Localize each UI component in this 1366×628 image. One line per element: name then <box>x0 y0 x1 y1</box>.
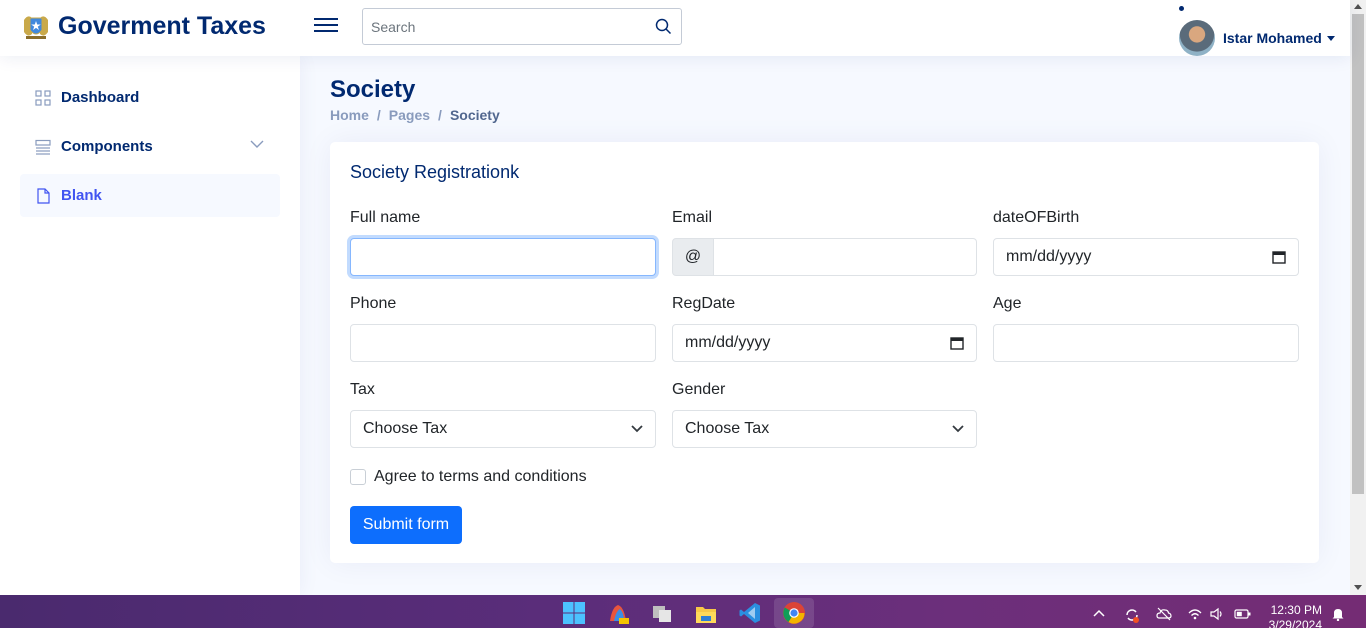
terms-checkbox-row: Agree to terms and conditions <box>350 468 587 486</box>
coat-of-arms-icon <box>24 16 48 39</box>
battery-icon[interactable] <box>1234 607 1252 621</box>
chevron-down-icon <box>631 425 643 433</box>
windows-start-icon[interactable] <box>562 601 586 625</box>
gender-select-value: Choose Tax <box>685 420 770 437</box>
clock-date: 3/29/2024 <box>1268 618 1322 628</box>
hamburger-line <box>314 30 338 32</box>
email-prefix: @ <box>672 238 714 276</box>
search-bar <box>362 8 682 45</box>
breadcrumb-separator: / <box>438 107 442 123</box>
avatar <box>1179 20 1215 56</box>
search-input[interactable] <box>363 9 645 44</box>
age-label: Age <box>993 295 1022 312</box>
grid-icon <box>35 89 51 106</box>
tax-select-value: Choose Tax <box>363 420 448 437</box>
app-title: Goverment Taxes <box>58 11 266 40</box>
page-scrollbar[interactable] <box>1350 0 1366 595</box>
volume-icon[interactable] <box>1210 607 1224 621</box>
file-explorer-icon[interactable] <box>694 601 718 625</box>
gender-select[interactable]: Choose Tax <box>672 410 977 448</box>
sidebar-item-label: Dashboard <box>61 89 140 106</box>
gender-label: Gender <box>672 381 726 398</box>
wifi-icon[interactable] <box>1188 607 1202 621</box>
hamburger-line <box>314 18 338 20</box>
email-input[interactable] <box>714 238 977 276</box>
chrome-icon[interactable] <box>782 601 806 625</box>
top-header: Goverment Taxes Istar Mohamed <box>0 0 1350 56</box>
page-title: Society <box>330 76 416 103</box>
regdate-date-input[interactable]: mm/dd/yyyy <box>672 324 977 362</box>
caret-down-icon <box>1326 35 1335 41</box>
breadcrumb-pages-link[interactable]: Pages <box>389 107 430 123</box>
email-label: Email <box>672 209 713 226</box>
user-name: Istar Mohamed <box>1223 30 1322 46</box>
notification-bell-icon[interactable] <box>1331 607 1345 621</box>
chevron-down-icon <box>952 425 964 433</box>
onedrive-offline-icon[interactable] <box>1156 607 1172 621</box>
phone-label: Phone <box>350 295 397 312</box>
tax-label: Tax <box>350 381 375 398</box>
age-input[interactable] <box>993 324 1299 362</box>
submit-button[interactable]: Submit form <box>350 506 462 544</box>
terms-label[interactable]: Agree to terms and conditions <box>374 468 587 486</box>
breadcrumb-home-link[interactable]: Home <box>330 107 369 123</box>
search-button[interactable] <box>645 9 681 44</box>
registration-card: Society Registrationk Full name Email @ … <box>330 142 1319 563</box>
dob-placeholder: mm/dd/yyyy <box>1006 248 1092 265</box>
sidebar-item-label: Blank <box>61 187 102 204</box>
breadcrumb: Home / Pages / Society <box>330 107 500 123</box>
chevron-down-icon <box>250 140 264 148</box>
search-icon <box>655 18 671 35</box>
sidebar-item-blank[interactable]: Blank <box>20 174 280 217</box>
clock-time: 12:30 PM <box>1270 603 1322 617</box>
phone-input[interactable] <box>350 324 656 362</box>
scroll-thumb[interactable] <box>1352 14 1364 494</box>
calendar-icon[interactable] <box>1272 250 1286 264</box>
chevron-up-icon[interactable] <box>1092 607 1106 621</box>
breadcrumb-separator: / <box>376 107 381 123</box>
breadcrumb-current: Society <box>449 107 500 123</box>
sidebar: Dashboard Components Blank <box>0 56 300 595</box>
scroll-up-arrow-icon[interactable] <box>1354 4 1362 9</box>
calendar-icon[interactable] <box>950 336 964 350</box>
sidebar-item-label: Components <box>61 138 153 155</box>
hamburger-line <box>314 24 338 26</box>
tax-select[interactable]: Choose Tax <box>350 410 656 448</box>
system-clock[interactable]: 12:30 PM 3/29/2024 <box>1262 603 1322 628</box>
file-icon <box>37 187 50 204</box>
copilot-icon[interactable] <box>606 601 630 625</box>
profile-dropdown[interactable]: Istar Mohamed <box>1179 20 1335 56</box>
full-name-label: Full name <box>350 209 421 226</box>
scroll-down-arrow-icon[interactable] <box>1354 585 1362 590</box>
task-view-icon[interactable] <box>650 601 674 625</box>
logo[interactable]: Goverment Taxes <box>20 10 266 42</box>
dob-label: dateOFBirth <box>993 209 1080 226</box>
sync-icon[interactable] <box>1124 607 1140 623</box>
sidebar-item-components[interactable]: Components <box>20 125 280 168</box>
menu-button-icon <box>35 139 51 155</box>
terms-checkbox[interactable] <box>350 469 366 485</box>
email-input-group: @ <box>672 238 977 276</box>
regdate-placeholder: mm/dd/yyyy <box>685 334 771 351</box>
vscode-icon[interactable] <box>738 601 762 625</box>
sidebar-toggle-button[interactable] <box>314 14 338 38</box>
sidebar-item-dashboard[interactable]: Dashboard <box>20 76 280 119</box>
windows-taskbar: 12:30 PM 3/29/2024 <box>0 595 1366 628</box>
card-title: Society Registrationk <box>350 162 520 182</box>
full-name-input[interactable] <box>350 238 656 276</box>
regdate-label: RegDate <box>672 295 736 312</box>
notification-dot <box>1179 6 1184 11</box>
dob-date-input[interactable]: mm/dd/yyyy <box>993 238 1299 276</box>
